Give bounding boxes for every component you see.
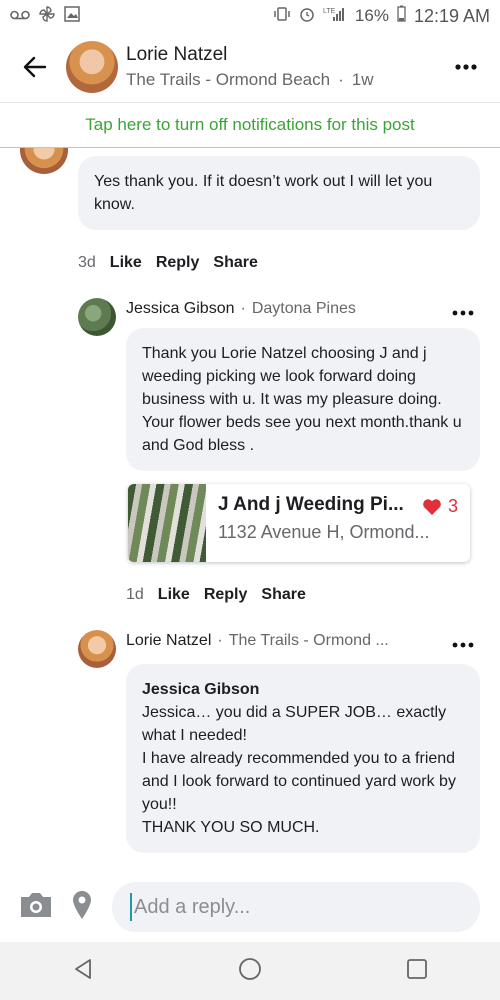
svg-text:LTE: LTE xyxy=(323,8,336,15)
more-options-button[interactable] xyxy=(446,47,486,87)
more-dots-icon xyxy=(455,64,477,70)
pinwheel-icon xyxy=(38,5,56,28)
comment-author-line: Lorie Natzel · The Trails - Ormond ... xyxy=(126,632,448,650)
back-triangle-icon[interactable] xyxy=(72,958,94,985)
comment-actions: 1d Like Reply Share xyxy=(126,586,306,604)
business-address: 1132 Avenue H, Ormond... xyxy=(218,522,430,542)
heart-count: 3 xyxy=(422,496,458,517)
post-subtitle: The Trails - Ormond Beach · 1w xyxy=(126,70,446,90)
reply-placeholder: Add a reply... xyxy=(134,895,251,918)
comment-line: THANK YOU SO MUCH. xyxy=(142,819,320,836)
comment-time: 3d xyxy=(78,254,96,271)
share-button[interactable]: Share xyxy=(261,586,305,604)
like-button[interactable]: Like xyxy=(158,586,190,604)
gallery-icon xyxy=(64,5,80,27)
system-nav-bar xyxy=(0,942,500,1000)
reply-composer: Add a reply... xyxy=(0,872,500,942)
comment-bubble[interactable]: Yes thank you. If it doesn’t work out I … xyxy=(78,156,480,230)
comment-more-button[interactable] xyxy=(452,632,474,653)
comment-author-location[interactable]: The Trails - Ormond ... xyxy=(229,632,389,649)
like-button[interactable]: Like xyxy=(110,254,142,272)
reply-button[interactable]: Reply xyxy=(204,586,248,604)
reply-button[interactable]: Reply xyxy=(156,254,200,272)
comment-author[interactable]: Lorie Natzel xyxy=(126,632,211,649)
camera-icon[interactable] xyxy=(18,890,54,925)
back-button[interactable] xyxy=(10,42,60,92)
business-thumbnail xyxy=(128,484,206,562)
comment-thread[interactable]: Yes thank you. If it doesn’t work out I … xyxy=(0,148,500,870)
comment-bubble[interactable]: Jessica Gibson Jessica… you did a SUPER … xyxy=(126,664,480,853)
status-bar: LTE 16% 12:19 AM xyxy=(0,0,500,32)
signal-icon: LTE xyxy=(323,6,347,27)
alarm-icon xyxy=(299,6,315,27)
comment-bubble[interactable]: Thank you Lorie Natzel choosing J and j … xyxy=(126,328,480,471)
battery-icon xyxy=(397,5,406,27)
comment-more-button[interactable] xyxy=(452,300,474,321)
author-location[interactable]: The Trails - Ormond Beach xyxy=(126,70,330,89)
text-caret xyxy=(130,893,132,921)
comment-text: Yes thank you. If it doesn’t work out I … xyxy=(94,173,433,213)
author-name[interactable]: Lorie Natzel xyxy=(126,44,446,66)
heart-icon xyxy=(423,498,441,515)
more-dots-icon xyxy=(452,642,474,648)
comment-avatar[interactable] xyxy=(78,630,116,668)
comment-author[interactable]: Jessica Gibson xyxy=(126,300,235,317)
comment-author-line: Jessica Gibson · Daytona Pines xyxy=(126,300,448,318)
home-circle-icon[interactable] xyxy=(238,957,262,986)
comment-avatar[interactable] xyxy=(20,148,68,174)
voicemail-icon xyxy=(10,6,30,26)
location-pin-icon[interactable] xyxy=(72,890,92,925)
separator-dot: · xyxy=(217,632,223,649)
vibrate-icon xyxy=(273,6,291,27)
comment-avatar[interactable] xyxy=(78,298,116,336)
clock: 12:19 AM xyxy=(413,5,490,26)
more-dots-icon xyxy=(452,310,474,316)
reply-input[interactable]: Add a reply... xyxy=(112,882,480,932)
mentioned-user[interactable]: Jessica Gibson xyxy=(142,678,464,701)
notification-toggle-bar[interactable]: Tap here to turn off notifications for t… xyxy=(0,102,500,148)
business-card[interactable]: J And j Weeding Pi... 1132 Avenue H, Orm… xyxy=(128,484,470,562)
comment-line: I have already recommended you to a frie… xyxy=(142,750,456,813)
comment-text: Thank you Lorie Natzel choosing J and j … xyxy=(142,345,462,454)
comment-author-location[interactable]: Daytona Pines xyxy=(252,300,356,317)
post-age: 1w xyxy=(351,70,374,89)
author-avatar[interactable] xyxy=(66,41,118,93)
separator-dot: · xyxy=(240,300,246,317)
battery-percent: 16% xyxy=(354,6,389,25)
separator-dot: · xyxy=(338,70,344,89)
recents-square-icon[interactable] xyxy=(406,958,428,985)
comment-line: Jessica… you did a SUPER JOB… exactly wh… xyxy=(142,704,447,744)
arrow-left-icon xyxy=(23,56,47,78)
share-button[interactable]: Share xyxy=(213,254,257,272)
comment-time: 1d xyxy=(126,586,144,603)
comment-actions: 3d Like Reply Share xyxy=(78,254,258,272)
post-header: Lorie Natzel The Trails - Ormond Beach · 1… xyxy=(0,32,500,102)
